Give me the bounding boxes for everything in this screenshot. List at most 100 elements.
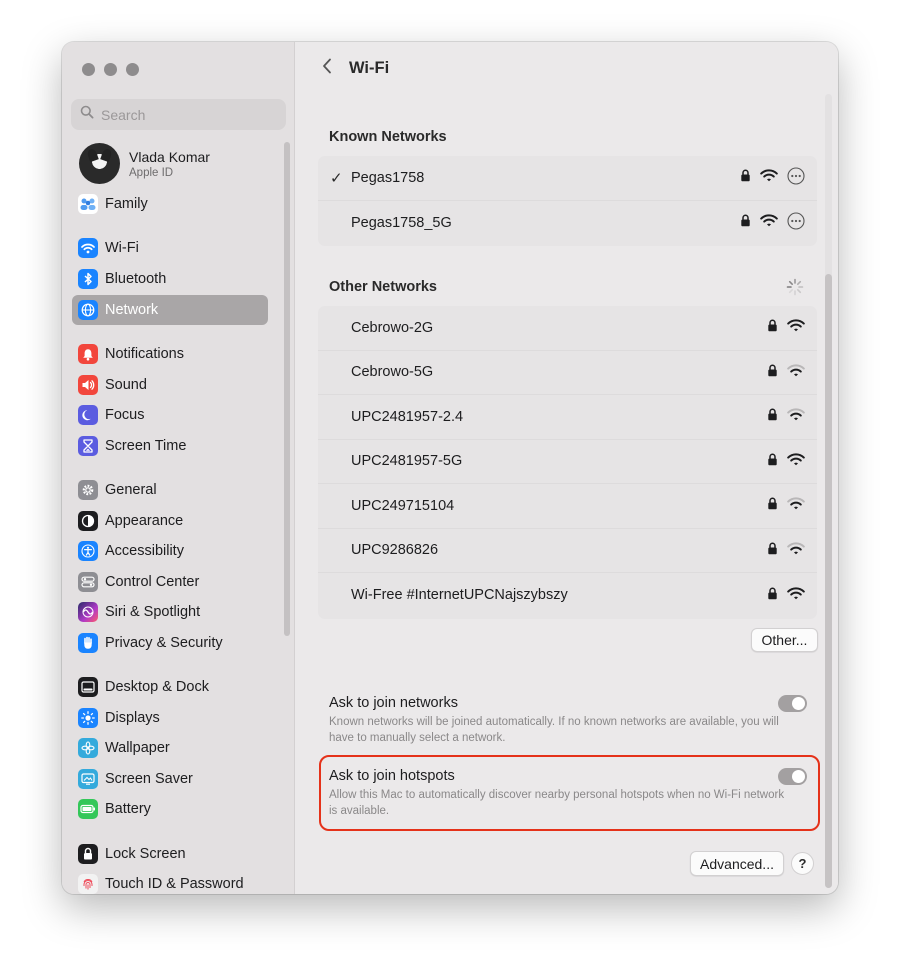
sidebar-item-label: Network bbox=[105, 302, 159, 318]
sidebar-item-label: Displays bbox=[105, 710, 160, 726]
wifi-signal-weak-icon bbox=[787, 542, 805, 559]
lock-icon bbox=[767, 319, 778, 336]
apple-id-profile[interactable]: Vlada Komar Apple ID bbox=[79, 143, 210, 184]
other-network-row[interactable]: Cebrowo-5G bbox=[318, 351, 817, 395]
lock-icon bbox=[740, 169, 751, 186]
close-window-button[interactable] bbox=[82, 63, 95, 76]
hand-icon bbox=[78, 633, 98, 653]
chevron-left-icon bbox=[322, 58, 332, 79]
other-network-row[interactable]: UPC9286826 bbox=[318, 529, 817, 573]
network-name: Cebrowo-5G bbox=[351, 364, 434, 381]
search-icon bbox=[80, 105, 94, 124]
help-button[interactable]: ? bbox=[791, 852, 814, 875]
sidebar-item-label: Privacy & Security bbox=[105, 635, 223, 651]
dock-icon bbox=[78, 677, 98, 697]
other-network-row[interactable]: Cebrowo-2G bbox=[318, 306, 817, 351]
globe-icon bbox=[78, 300, 98, 320]
sidebar-item-screen-time[interactable]: Screen Time bbox=[72, 431, 268, 461]
sidebar-item-label: Focus bbox=[105, 407, 145, 423]
wifi-signal-weak-icon bbox=[787, 364, 805, 381]
sidebar-item-siri-spotlight[interactable]: Siri & Spotlight bbox=[72, 597, 268, 627]
network-name: Cebrowo-2G bbox=[351, 319, 434, 336]
wifi-signal-icon bbox=[760, 169, 778, 186]
sidebar-scrollbar[interactable] bbox=[284, 142, 290, 636]
advanced-button[interactable]: Advanced... bbox=[690, 851, 784, 876]
other-network-row[interactable]: Wi-Free #InternetUPCNajszybszy bbox=[318, 573, 817, 618]
sidebar-item-appearance[interactable]: Appearance bbox=[72, 506, 268, 536]
titlebar: Wi-Fi bbox=[296, 42, 838, 94]
sun-icon bbox=[78, 708, 98, 728]
window-controls bbox=[82, 63, 139, 76]
family-icon bbox=[78, 194, 98, 214]
sidebar-item-label: Siri & Spotlight bbox=[105, 604, 201, 620]
sidebar-item-bluetooth[interactable]: Bluetooth bbox=[72, 264, 268, 294]
sidebar-item-wifi[interactable]: Wi-Fi bbox=[72, 233, 268, 263]
wifi-signal-weak-icon bbox=[787, 497, 805, 514]
sidebar: Search Vlada Komar Apple ID Family Wi-Fi bbox=[62, 42, 295, 894]
search-field[interactable]: Search bbox=[71, 99, 286, 130]
bluetooth-icon bbox=[78, 269, 98, 289]
flower-icon bbox=[78, 738, 98, 758]
sidebar-item-touch-id[interactable]: Touch ID & Password bbox=[72, 869, 268, 894]
sidebar-item-accessibility[interactable]: Accessibility bbox=[72, 536, 268, 566]
minimize-window-button[interactable] bbox=[104, 63, 117, 76]
sidebar-item-screen-saver[interactable]: Screen Saver bbox=[72, 764, 268, 794]
sidebar-item-focus[interactable]: Focus bbox=[72, 400, 268, 430]
ask-join-hotspots-option: Ask to join hotspots Allow this Mac to a… bbox=[329, 768, 789, 819]
system-settings-window: Search Vlada Komar Apple ID Family Wi-Fi bbox=[62, 42, 838, 894]
sidebar-item-family[interactable]: Family bbox=[72, 189, 268, 219]
appearance-icon bbox=[78, 511, 98, 531]
option-description: Allow this Mac to automatically discover… bbox=[329, 789, 785, 817]
other-network-button[interactable]: Other... bbox=[751, 628, 818, 652]
gear-icon bbox=[78, 480, 98, 500]
ask-join-networks-toggle[interactable] bbox=[778, 695, 807, 712]
more-options-button[interactable] bbox=[787, 167, 805, 189]
lock-icon bbox=[767, 497, 778, 514]
network-name: UPC2481957-5G bbox=[351, 453, 463, 470]
sidebar-item-label: Touch ID & Password bbox=[105, 876, 244, 892]
lock-icon bbox=[740, 214, 751, 231]
sidebar-item-sound[interactable]: Sound bbox=[72, 370, 268, 400]
sidebar-item-label: Wallpaper bbox=[105, 740, 170, 756]
loading-spinner-icon bbox=[786, 278, 804, 296]
lock-icon bbox=[767, 364, 778, 381]
wifi-signal-icon bbox=[760, 214, 778, 231]
network-name: UPC2481957-2.4 bbox=[351, 408, 464, 425]
battery-icon bbox=[78, 799, 98, 819]
profile-subtitle: Apple ID bbox=[129, 166, 174, 179]
sidebar-item-label: Appearance bbox=[105, 513, 184, 529]
sidebar-item-label: Wi-Fi bbox=[105, 240, 139, 256]
profile-name: Vlada Komar bbox=[129, 148, 210, 165]
known-network-row[interactable]: ✓ Pegas1758 bbox=[318, 156, 817, 201]
search-placeholder: Search bbox=[101, 106, 146, 123]
sidebar-item-displays[interactable]: Displays bbox=[72, 703, 268, 733]
sidebar-item-privacy-security[interactable]: Privacy & Security bbox=[72, 628, 268, 658]
wifi-signal-icon bbox=[787, 587, 805, 604]
sidebar-item-general[interactable]: General bbox=[72, 475, 268, 505]
more-options-button[interactable] bbox=[787, 212, 805, 234]
sidebar-item-notifications[interactable]: Notifications bbox=[72, 339, 268, 369]
page-title: Wi-Fi bbox=[349, 59, 390, 77]
bell-icon bbox=[78, 344, 98, 364]
zoom-window-button[interactable] bbox=[126, 63, 139, 76]
lock-icon bbox=[767, 542, 778, 559]
sidebar-item-network[interactable]: Network bbox=[72, 295, 268, 325]
sidebar-item-lock-screen[interactable]: Lock Screen bbox=[72, 839, 268, 869]
ask-join-hotspots-toggle[interactable] bbox=[778, 768, 807, 785]
sidebar-item-control-center[interactable]: Control Center bbox=[72, 567, 268, 597]
control-center-icon bbox=[78, 572, 98, 592]
known-network-row[interactable]: Pegas1758_5G bbox=[318, 201, 817, 246]
hourglass-icon bbox=[78, 436, 98, 456]
other-network-row[interactable]: UPC2481957-5G bbox=[318, 440, 817, 484]
main-scrollbar[interactable] bbox=[825, 274, 832, 888]
other-network-row[interactable]: UPC2481957-2.4 bbox=[318, 395, 817, 440]
sidebar-item-label: Notifications bbox=[105, 346, 184, 362]
sidebar-item-battery[interactable]: Battery bbox=[72, 794, 268, 824]
speaker-icon bbox=[78, 375, 98, 395]
back-button[interactable] bbox=[316, 56, 338, 80]
sidebar-item-desktop-dock[interactable]: Desktop & Dock bbox=[72, 672, 268, 702]
sidebar-item-wallpaper[interactable]: Wallpaper bbox=[72, 733, 268, 763]
known-networks-heading: Known Networks bbox=[329, 129, 447, 145]
moon-icon bbox=[78, 405, 98, 425]
other-network-row[interactable]: UPC249715104 bbox=[318, 484, 817, 529]
